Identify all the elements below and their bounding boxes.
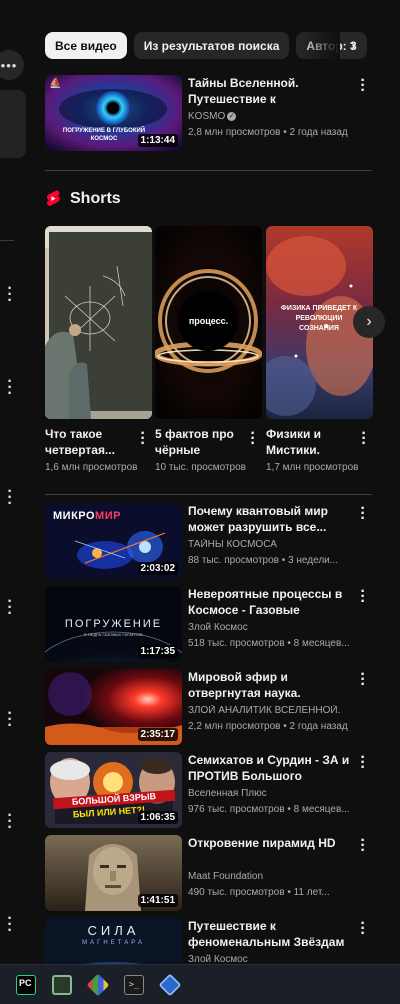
kebab-icon[interactable]: · · · — [2, 706, 18, 734]
kebab-menu-icon[interactable]: · · · — [355, 666, 371, 692]
left-strip: ••• · · · · · · · · · · · · · · · · · · · · · — [0, 0, 34, 964]
video-thumbnail[interactable]: БОЛЬШОЙ ВЗРЫВ БЫЛ ИЛИ НЕТ?! 1:06:35 — [45, 752, 182, 828]
chip-all-videos[interactable]: Все видео — [45, 32, 127, 59]
thumbnail-caption: СИЛА — [87, 923, 140, 938]
video-title[interactable]: Тайны Вселенной. Путешествие к удивитель… — [188, 75, 358, 107]
duration-badge: 2:35:17 — [137, 728, 178, 741]
video-meta: 88 тыс. просмотров • 3 недели... — [188, 555, 339, 566]
kebab-icon[interactable]: · · · — [2, 808, 18, 836]
app-diamond-icon[interactable] — [86, 973, 110, 997]
kebab-menu-icon[interactable]: · · · — [355, 500, 371, 526]
kebab-menu-icon[interactable]: · · · — [358, 425, 370, 451]
boat-icon: ⛵ — [49, 78, 62, 89]
channel-name[interactable]: Злой Космос — [188, 954, 358, 964]
duration-badge: 1:13:44 — [137, 134, 178, 147]
thumbnail-caption: МИКРОМИР — [53, 510, 121, 522]
duration-badge: 1:06:35 — [137, 811, 178, 824]
channel-label[interactable]: KOSMO — [188, 111, 225, 122]
kebab-icon[interactable]: · · · — [2, 484, 18, 512]
short-thumbnail[interactable] — [45, 226, 152, 419]
terminal-window-icon[interactable] — [52, 975, 72, 995]
video-thumbnail[interactable]: ПОГРУЖЕНИЕ В ГЛУБОКИЙ КОСМОС ⛵ 1:13:44 — [45, 75, 182, 151]
more-icon[interactable]: ••• — [0, 50, 24, 80]
video-thumbnail[interactable]: 1:41:51 — [45, 835, 182, 911]
short-caption: процесс. — [188, 316, 229, 326]
channel-name[interactable]: KOSMO ✓ — [188, 111, 358, 122]
left-panel-card[interactable] — [0, 90, 26, 158]
short-views: 1,7 млн просмотров — [266, 462, 359, 473]
kebab-icon[interactable]: · · · — [2, 594, 18, 622]
channel-name[interactable]: ЗЛОЙ АНАЛИТИК ВСЕЛЕННОЙ. — [188, 705, 358, 716]
console-icon[interactable]: >_ — [124, 975, 144, 995]
kebab-menu-icon[interactable]: · · · — [355, 583, 371, 609]
video-thumbnail[interactable]: МИКРОМИР 2:03:02 — [45, 503, 182, 579]
shorts-title: Shorts — [70, 190, 121, 207]
video-title[interactable]: Невероятные процессы в Космосе - Газовые… — [188, 586, 358, 618]
thumbnail-caption: ПОГРУЖЕНИЕ В ГЛУБОКИЙ КОСМОС — [62, 128, 146, 142]
video-item[interactable]: МИКРОМИР 2:03:02 Почему квантовый мир мо… — [45, 500, 375, 579]
video-title[interactable]: Откровение пирамид HD — [188, 835, 358, 851]
video-meta: 2,8 млн просмотров • 2 года назад — [188, 127, 348, 138]
video-thumbnail[interactable]: ПОГРУЖЕНИЕ В НЕДРА ГАЗОВЫХ ГИГАНТОВ 1:17… — [45, 586, 182, 662]
channel-name[interactable]: Вселенная Плюс — [188, 788, 358, 799]
short-title[interactable]: 5 фактов про чёрные дыры... — [155, 426, 243, 458]
kebab-icon[interactable]: · · · — [2, 281, 18, 309]
video-title[interactable]: Семихатов и Сурдин - ЗА и ПРОТИВ Большог… — [188, 752, 358, 784]
video-item[interactable]: 2:35:17 Мировой эфир и отвергнутая наука… — [45, 666, 375, 745]
app-blue-icon[interactable] — [158, 973, 182, 997]
short-title[interactable]: Физики и Мистики. Нау... — [266, 426, 354, 458]
short-caption: ФИЗИКА ПРИВЕДЕТ К РЕВОЛЮЦИИ СОЗНАНИЯ — [280, 305, 358, 332]
video-item[interactable]: 1:41:51 Откровение пирамид HD Maat Found… — [45, 832, 375, 911]
kebab-icon[interactable]: · · · — [2, 911, 18, 939]
video-item[interactable]: БОЛЬШОЙ ВЗРЫВ БЫЛ ИЛИ НЕТ?! 1:06:35 Семи… — [45, 749, 375, 828]
short-views: 10 тыс. просмотров — [155, 462, 246, 473]
thumbnail-subcaption: В НЕДРА ГАЗОВЫХ ГИГАНТОВ — [84, 632, 143, 637]
video-meta: 976 тыс. просмотров • 8 месяцев... — [188, 804, 350, 815]
channel-name[interactable]: Злой Космос — [188, 622, 358, 633]
video-title[interactable]: Почему квантовый мир может разрушить все… — [188, 503, 358, 535]
duration-badge: 1:41:51 — [137, 894, 178, 907]
short-title[interactable]: Что такое четвертая... — [45, 426, 133, 458]
video-title[interactable]: Мировой эфир и отвергнутая наука. — [188, 669, 358, 701]
kebab-menu-icon[interactable]: · · · — [355, 918, 371, 941]
chevron-right-icon[interactable]: › — [342, 34, 364, 56]
shorts-logo-icon — [46, 190, 60, 206]
video-item[interactable]: СИЛА МАГНЕТАРА Путешествие к феноменальн… — [45, 918, 375, 964]
short-thumbnail[interactable]: процесс. — [155, 226, 262, 419]
thumbnail-caption: ПОГРУЖЕНИЕ — [64, 618, 163, 630]
kebab-menu-icon[interactable]: · · · — [137, 425, 149, 451]
channel-name[interactable]: Maat Foundation — [188, 871, 358, 882]
left-divider — [0, 240, 14, 241]
duration-badge: 2:03:02 — [137, 562, 178, 575]
video-meta: 490 тыс. просмотров • 11 лет... — [188, 887, 330, 898]
shorts-next-button[interactable]: › — [353, 306, 385, 338]
video-meta: 2,2 млн просмотров • 2 года назад — [188, 721, 348, 732]
video-thumbnail[interactable]: 2:35:17 — [45, 669, 182, 745]
section-divider — [45, 494, 372, 495]
kebab-menu-icon[interactable]: · · · — [355, 749, 371, 775]
channel-name[interactable]: ТАЙНЫ КОСМОСА — [188, 539, 358, 550]
chip-fade — [300, 32, 340, 59]
section-divider — [45, 170, 372, 171]
video-item[interactable]: ПОГРУЖЕНИЕ В ГЛУБОКИЙ КОСМОС ⛵ 1:13:44 Т… — [45, 72, 375, 151]
verified-check-icon: ✓ — [227, 111, 237, 121]
video-meta: 518 тыс. просмотров • 8 месяцев... — [188, 638, 350, 649]
duration-badge: 1:17:35 — [137, 645, 178, 658]
kebab-menu-icon[interactable]: · · · — [247, 425, 259, 451]
kebab-menu-icon[interactable]: · · · — [355, 832, 371, 858]
video-title[interactable]: Путешествие к феноменальным Звёздам -... — [188, 918, 358, 950]
thumbnail-subcaption: МАГНЕТАРА — [82, 940, 145, 946]
kebab-menu-icon[interactable]: · · · — [355, 72, 371, 98]
pycharm-icon[interactable]: PC — [16, 975, 36, 995]
chip-from-search[interactable]: Из результатов поиска — [133, 32, 290, 59]
video-thumbnail[interactable]: СИЛА МАГНЕТАРА — [45, 918, 182, 964]
short-views: 1,6 млн просмотров — [45, 462, 138, 473]
shorts-header: Shorts — [45, 188, 121, 210]
video-item[interactable]: ПОГРУЖЕНИЕ В НЕДРА ГАЗОВЫХ ГИГАНТОВ 1:17… — [45, 583, 375, 662]
kebab-icon[interactable]: · · · — [2, 374, 18, 402]
taskbar: PC >_ — [0, 964, 400, 1004]
